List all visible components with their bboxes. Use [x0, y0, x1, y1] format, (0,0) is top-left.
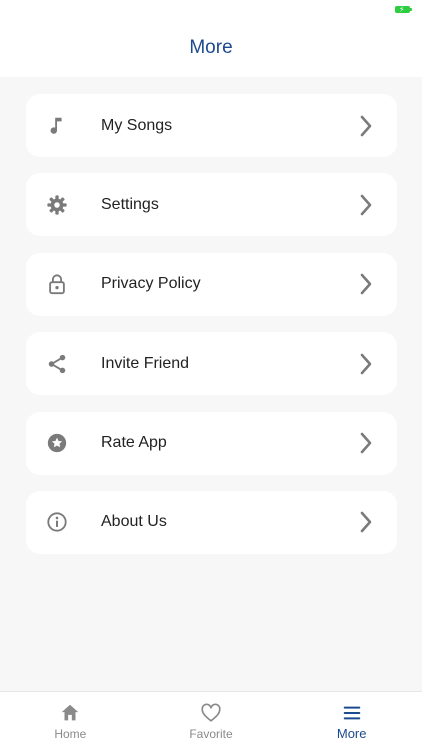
chevron-right-icon: [359, 432, 373, 454]
header: More: [0, 24, 422, 77]
star-circle-icon: [46, 432, 68, 454]
share-icon: [46, 353, 68, 375]
chevron-right-icon: [359, 511, 373, 533]
home-icon: [59, 702, 81, 724]
tab-label: More: [336, 726, 367, 741]
gear-icon: [46, 194, 68, 216]
menu-item-label: Rate App: [101, 434, 167, 452]
menu-item-label: Privacy Policy: [101, 275, 201, 293]
status-bar: ⚡: [0, 0, 422, 24]
chevron-right-icon: [359, 194, 373, 216]
menu-item-rate-app[interactable]: Rate App: [26, 411, 397, 475]
info-icon: [46, 511, 68, 533]
tab-bar: Home Favorite More: [0, 691, 422, 750]
menu-item-label: About Us: [101, 513, 167, 531]
chevron-right-icon: [359, 115, 373, 137]
menu-list: My Songs Settings Privacy Policy Invite …: [26, 94, 397, 570]
heart-icon: [200, 702, 222, 724]
menu-icon: [341, 702, 363, 724]
battery-icon: ⚡: [395, 5, 412, 14]
tab-favorite[interactable]: Favorite: [141, 692, 282, 750]
music-note-icon: [46, 115, 68, 137]
menu-item-settings[interactable]: Settings: [26, 173, 397, 237]
menu-item-label: Settings: [101, 195, 159, 213]
menu-item-label: My Songs: [101, 116, 173, 134]
tab-more[interactable]: More: [281, 692, 422, 750]
page-title: More: [189, 37, 233, 58]
menu-item-invite-friend[interactable]: Invite Friend: [26, 332, 397, 396]
menu-item-privacy-policy[interactable]: Privacy Policy: [26, 252, 397, 316]
chevron-right-icon: [359, 353, 373, 375]
menu-item-about-us[interactable]: About Us: [26, 490, 397, 554]
chevron-right-icon: [359, 273, 373, 295]
menu-item-my-songs[interactable]: My Songs: [26, 94, 397, 157]
tab-home[interactable]: Home: [0, 692, 141, 750]
tab-label: Home: [54, 727, 87, 741]
lock-icon: [46, 273, 68, 295]
tab-label: Favorite: [189, 727, 233, 741]
menu-item-label: Invite Friend: [101, 354, 190, 372]
